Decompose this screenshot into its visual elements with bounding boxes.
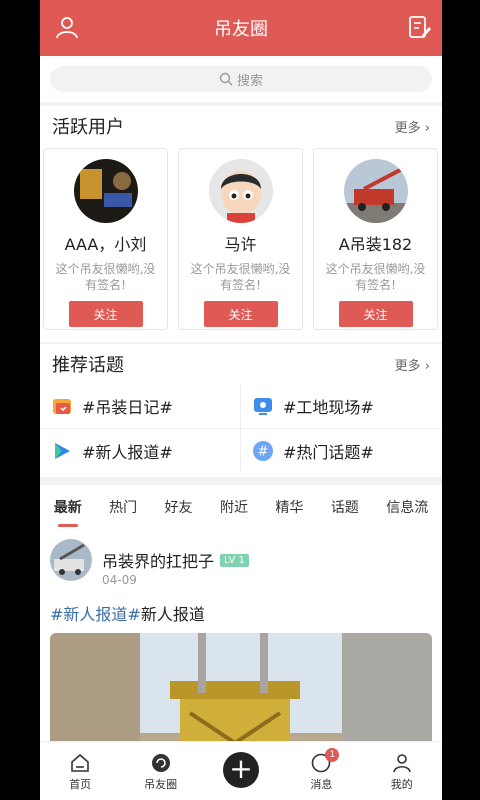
home-icon	[71, 753, 89, 772]
follow-button[interactable]: 关注	[68, 301, 143, 327]
nav-messages[interactable]: 1 消息	[291, 748, 351, 800]
monitor-icon	[254, 398, 272, 415]
topic-item[interactable]: # #热门话题#	[241, 429, 442, 473]
hashtag-icon: #	[253, 441, 273, 461]
user-card[interactable]: 马许 这个吊友很懒哟,没有签名! 关注	[178, 148, 303, 330]
user-signature: 这个吊友很懒哟,没有签名!	[190, 262, 291, 292]
topics-section: 推荐话题 更多 › #吊装日记# #工地现场# #新人报道# # #热门话题#	[40, 344, 442, 477]
avatar	[343, 159, 408, 223]
active-users-more-link[interactable]: 更多 ›	[395, 117, 430, 136]
nav-mine[interactable]: 我的	[372, 752, 432, 800]
bottom-nav: 首页 吊友圈 + 1 消息 我的	[40, 741, 442, 800]
play-icon	[55, 443, 70, 459]
nav-circle[interactable]: 吊友圈	[131, 752, 191, 800]
post-date: 04-09	[102, 573, 137, 587]
tab-nearby[interactable]: 附近	[220, 491, 248, 523]
user-signature: 这个吊友很懒哟,没有签名!	[325, 262, 426, 292]
topic-item[interactable]: #工地现场#	[241, 384, 442, 429]
app-screen: 吊友圈 搜索 活跃用户 更多 › AAA，小刘 这个吊友很懒哟,没有签名! 关注…	[40, 0, 442, 800]
calendar-icon	[53, 399, 71, 414]
tab-friends[interactable]: 好友	[165, 491, 193, 523]
feed-tabs: 最新 热门 好友 附近 精华 话题 信息流	[40, 485, 442, 529]
post-author[interactable]: 吊装界的扛把子 LV 1	[102, 548, 249, 572]
user-name: 马许	[224, 235, 257, 254]
message-badge: 1	[325, 748, 340, 762]
nav-home[interactable]: 首页	[50, 752, 110, 800]
user-cards: AAA，小刘 这个吊友很懒哟,没有签名! 关注 马许 这个吊友很懒哟,没有签名!…	[40, 146, 442, 342]
tab-featured[interactable]: 精华	[275, 491, 303, 523]
page-title: 吊友圈	[214, 19, 268, 40]
svg-text:#: #	[258, 445, 269, 460]
search-area: 搜索	[40, 56, 442, 102]
plus-icon[interactable]: +	[222, 752, 259, 788]
post-hashtag[interactable]: #新人报道#	[50, 605, 141, 624]
profile-icon	[392, 754, 411, 773]
user-name: A吊装182	[338, 235, 413, 254]
avatar	[208, 159, 273, 223]
topic-item[interactable]: #新人报道#	[40, 429, 241, 473]
user-name: AAA，小刘	[64, 235, 147, 254]
tab-latest[interactable]: 最新	[54, 491, 82, 523]
follow-button[interactable]: 关注	[203, 301, 278, 327]
topic-label: #新人报道#	[82, 443, 173, 462]
search-placeholder: 搜索	[236, 73, 263, 89]
active-users-header: 活跃用户 更多 ›	[40, 106, 442, 146]
edit-icon[interactable]	[406, 14, 432, 40]
avatar[interactable]	[50, 539, 92, 581]
topic-label: #热门话题#	[283, 443, 374, 462]
topic-list: #吊装日记# #工地现场# #新人报道# # #热门话题#	[40, 384, 442, 477]
topics-more-link[interactable]: 更多 ›	[395, 355, 430, 374]
user-card[interactable]: A吊装182 这个吊友很懒哟,没有签名! 关注	[313, 148, 438, 330]
active-users-section: 活跃用户 更多 › AAA，小刘 这个吊友很懒哟,没有签名! 关注 马许 这个吊…	[40, 106, 442, 342]
top-bar: 吊友圈	[40, 0, 442, 56]
user-icon[interactable]	[54, 14, 80, 40]
tab-topics[interactable]: 话题	[331, 491, 359, 523]
circle-icon	[151, 754, 170, 772]
user-card[interactable]: AAA，小刘 这个吊友很懒哟,没有签名! 关注	[43, 148, 168, 330]
search-icon	[219, 72, 233, 86]
post-text: #新人报道#新人报道	[50, 605, 205, 624]
topic-item[interactable]: #吊装日记#	[40, 384, 241, 429]
topic-label: #工地现场#	[283, 398, 374, 417]
topics-title: 推荐话题	[52, 355, 124, 376]
topic-label: #吊装日记#	[82, 398, 173, 417]
tab-feed[interactable]: 信息流	[386, 491, 428, 523]
follow-button[interactable]: 关注	[338, 301, 413, 327]
active-users-title: 活跃用户	[52, 117, 124, 138]
topics-header: 推荐话题 更多 ›	[40, 344, 442, 384]
search-input[interactable]: 搜索	[50, 66, 432, 92]
nav-post[interactable]: +	[211, 752, 271, 800]
avatar	[73, 159, 138, 223]
tab-hot[interactable]: 热门	[109, 491, 137, 523]
user-signature: 这个吊友很懒哟,没有签名!	[55, 262, 156, 292]
level-badge: LV 1	[220, 553, 249, 567]
